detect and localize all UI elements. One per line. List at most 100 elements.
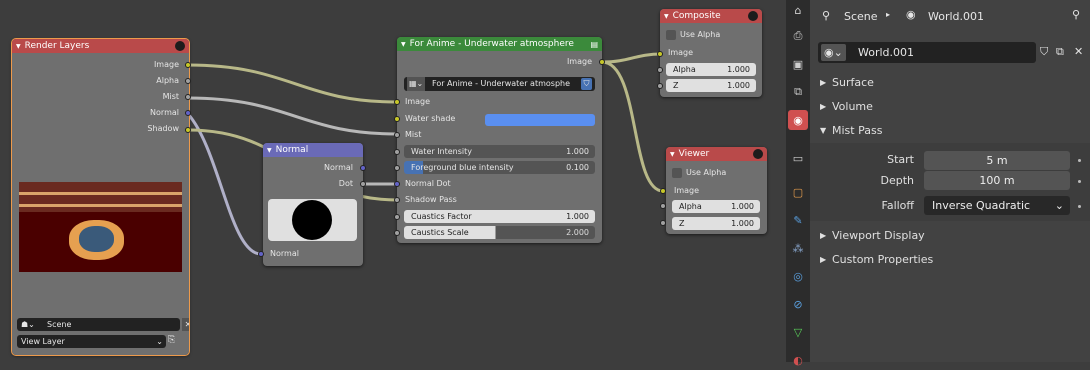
breadcrumb-scene: Scene <box>844 10 878 23</box>
socket-water-shade-in[interactable] <box>394 116 400 122</box>
caustics-scale-field[interactable]: Caustics Scale 2.000 <box>404 226 595 239</box>
caustics-factor-field[interactable]: Cuastics Factor 1.000 <box>404 210 595 223</box>
output-dot: Dot <box>338 179 353 188</box>
falloff-select[interactable]: Inverse Quadratic ⌄ <box>924 196 1070 215</box>
socket-group-image-in[interactable] <box>394 99 400 105</box>
socket-normal-out2[interactable] <box>360 165 366 171</box>
socket-normal-in[interactable] <box>258 251 264 257</box>
viewer-node[interactable]: ▼ Viewer Use Alpha Image Alpha 1.000 Z 1.00… <box>666 147 767 234</box>
material-tab-icon[interactable]: ◐ <box>788 350 808 370</box>
field-value: 1.000 <box>727 65 750 74</box>
keyframe-dot[interactable] <box>1078 159 1081 162</box>
group-node[interactable]: ▼ For Anime - Underwater atmosphere ▤ Imag… <box>397 37 602 243</box>
alpha-field[interactable]: Alpha 1.000 <box>666 63 756 76</box>
socket-group-image-out[interactable] <box>599 59 605 65</box>
water-intensity-field[interactable]: Water Intensity 1.000 <box>404 145 595 158</box>
keyframe-dot[interactable] <box>1078 180 1081 183</box>
use-alpha-checkbox[interactable] <box>666 30 676 40</box>
duplicate-icon[interactable]: ⧉ <box>1056 45 1064 59</box>
scene-selector[interactable]: ☗⌄ Scene ✕ <box>17 318 189 331</box>
socket-shadow-out[interactable] <box>185 127 191 133</box>
wrench-icon[interactable]: ✎ <box>788 210 808 230</box>
group-datablock[interactable]: ▦⌄ For Anime - Underwater atmosphe ⛉ <box>404 77 595 91</box>
chevron-down-icon: ⌄ <box>1054 199 1064 212</box>
socket-normal-out[interactable] <box>185 110 191 116</box>
use-alpha-checkbox[interactable] <box>672 168 682 178</box>
node-title: Composite <box>672 11 721 21</box>
composite-node[interactable]: ▼ Composite Use Alpha Image Alpha 1.000 Z 1… <box>660 9 762 97</box>
node-editor[interactable]: ▼ Render Layers Image Alpha Mist Normal S… <box>0 0 786 362</box>
panel-volume[interactable]: ▶ Volume <box>810 95 1090 119</box>
socket-shadow-pass-in[interactable] <box>394 197 400 203</box>
physics-tab-icon[interactable]: ◎ <box>788 266 808 286</box>
water-shade-color[interactable] <box>485 114 595 126</box>
input-normal-dot: Normal Dot <box>405 179 451 188</box>
fake-user-icon[interactable]: ⛉ <box>1040 45 1048 59</box>
world-browse-icon[interactable]: ◉⌄ <box>821 44 846 61</box>
socket-alpha-out[interactable] <box>185 78 191 84</box>
socket-viewer-z-in[interactable] <box>660 220 666 226</box>
output-tab-icon[interactable]: ▣ <box>788 54 808 74</box>
foreground-blue-field[interactable]: Foreground blue intensity 0.100 <box>404 161 595 174</box>
viewer-icon <box>753 149 763 159</box>
panel-custom-properties[interactable]: ▶ Custom Properties <box>810 248 1090 272</box>
output-image: Image <box>566 57 592 66</box>
viewer-header[interactable]: ▼ Viewer <box>666 147 767 161</box>
use-alpha-label: Use Alpha <box>686 168 727 177</box>
normal-sphere-widget[interactable] <box>268 199 357 241</box>
close-icon[interactable]: ✕ <box>1074 45 1083 58</box>
tool-tab-icon[interactable]: ⌂ <box>788 0 808 20</box>
socket-viewer-image-in[interactable] <box>660 188 666 194</box>
socket-composite-z-in[interactable] <box>657 83 663 89</box>
start-field[interactable]: 5 m <box>924 151 1070 170</box>
normal-header[interactable]: ▼ Normal <box>263 143 363 157</box>
panel-surface[interactable]: ▶ Surface <box>810 71 1090 95</box>
fake-user-icon[interactable]: ⛉ <box>581 78 592 90</box>
socket-viewer-alpha-in[interactable] <box>660 203 666 209</box>
socket-normal-dot-in[interactable] <box>394 181 400 187</box>
socket-mist-in[interactable] <box>394 132 400 138</box>
z-field[interactable]: Z 1.000 <box>666 79 756 92</box>
view-layer-select[interactable]: View Layer ⌄ <box>17 335 166 348</box>
panel-viewport-display[interactable]: ▶ Viewport Display <box>810 224 1090 248</box>
composite-header[interactable]: ▼ Composite <box>660 9 762 23</box>
input-mist: Mist <box>405 130 422 139</box>
socket-composite-alpha-in[interactable] <box>657 67 663 73</box>
modifier-tab-icon[interactable]: ▢ <box>788 182 808 202</box>
socket-dot-out[interactable] <box>360 181 366 187</box>
field-label: Z <box>673 81 679 90</box>
depth-field[interactable]: 100 m <box>924 171 1070 190</box>
constraints-tab-icon[interactable]: ⊘ <box>788 294 808 314</box>
z-field[interactable]: Z 1.000 <box>672 217 760 230</box>
panel-mist-pass[interactable]: ▼ Mist Pass <box>810 119 1090 143</box>
normal-node[interactable]: ▼ Normal Normal Dot Normal <box>263 143 363 266</box>
render-layers-node[interactable]: ▼ Render Layers Image Alpha Mist Normal S… <box>11 38 190 356</box>
socket-foreground-in[interactable] <box>394 165 400 171</box>
input-image: Image <box>668 48 694 57</box>
keyframe-dot[interactable] <box>1078 205 1081 208</box>
falloff-value: Inverse Quadratic <box>932 199 1031 212</box>
view-layer-tab-icon[interactable]: ⧉ <box>788 82 808 102</box>
socket-water-intensity-in[interactable] <box>394 149 400 155</box>
group-header[interactable]: ▼ For Anime - Underwater atmosphere ▤ <box>397 37 602 51</box>
socket-composite-image-in[interactable] <box>657 51 663 57</box>
render-icon[interactable]: ⎘ <box>168 335 175 345</box>
data-tab-icon[interactable]: ▽ <box>788 322 808 342</box>
socket-image-out[interactable] <box>185 62 191 68</box>
render-layers-header[interactable]: ▼ Render Layers <box>12 39 189 53</box>
socket-caustics-scale-in[interactable] <box>394 230 400 236</box>
world-datablock[interactable]: ◉⌄ World.001 <box>818 42 1036 63</box>
properties-editor: ⌂ ⎙ ▣ ⧉ ◉ ▭ ▢ ✎ ⁂ ◎ ⊘ ▽ ◐ ⚲ Scene ▸ ◉ Wo… <box>786 0 1090 367</box>
node-title: Normal <box>275 145 309 155</box>
pin-icon[interactable]: ⚲ <box>1072 8 1080 21</box>
clear-scene-icon[interactable]: ✕ <box>182 318 189 331</box>
alpha-field[interactable]: Alpha 1.000 <box>672 200 760 213</box>
socket-caustics-factor-in[interactable] <box>394 214 400 220</box>
socket-mist-out[interactable] <box>185 94 191 100</box>
world-tab-icon[interactable]: ◉ <box>788 110 808 130</box>
object-tab-icon[interactable]: ▭ <box>788 148 808 168</box>
render-tab-icon[interactable]: ⎙ <box>788 26 808 46</box>
output-shadow: Shadow <box>147 124 179 133</box>
field-label: Cuastics Factor <box>411 212 472 221</box>
particles-tab-icon[interactable]: ⁂ <box>788 238 808 258</box>
